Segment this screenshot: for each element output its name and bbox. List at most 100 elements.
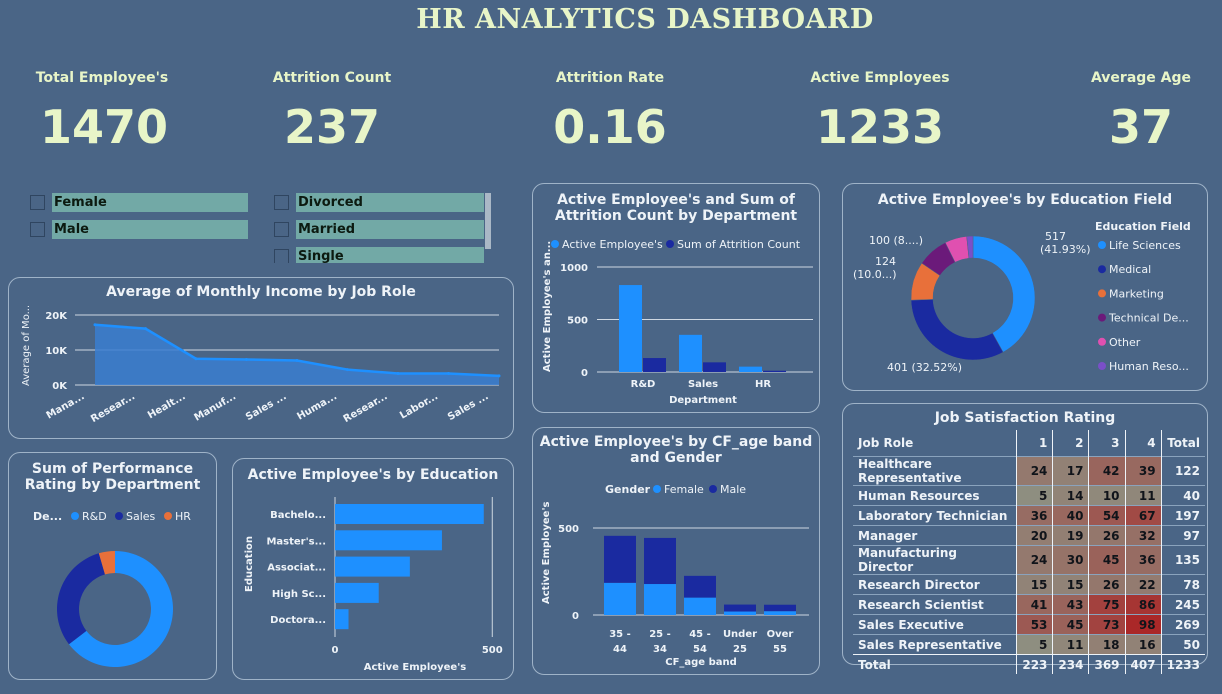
y-tick-label: Doctora... (270, 615, 326, 626)
table-row[interactable]: Manager 20 19 26 32 97 (853, 525, 1205, 546)
slicer-item-female[interactable]: Female (30, 193, 252, 212)
x-tick-label: Sales ... (446, 391, 490, 423)
col-header[interactable]: 2 (1052, 430, 1089, 457)
checkbox[interactable] (274, 222, 289, 237)
bar (763, 370, 786, 372)
y-axis-label: Active Employee's (541, 501, 552, 604)
legend-title: De... (33, 510, 62, 523)
table-row[interactable]: Sales Executive 53 45 73 98 269 (853, 614, 1205, 635)
col-header[interactable]: Job Role (853, 430, 1017, 457)
kpi-attrition-count-label: Attrition Count (272, 70, 392, 86)
slicer-item-single[interactable]: Single (274, 247, 492, 263)
income-chart: 20K10K0KAverage of Mo...Mana... Resear...… (21, 306, 501, 425)
total-cell: 407 (1124, 654, 1162, 674)
rating-cell: 86 (1124, 594, 1162, 615)
col-header[interactable]: 1 (1016, 430, 1053, 457)
y-tick-label: 10K (45, 346, 68, 357)
x-tick-label: Sales ... (244, 391, 288, 423)
slicer-item-married[interactable]: Married (274, 220, 492, 239)
table-row[interactable]: Research Scientist 41 43 75 86 245 (853, 594, 1205, 615)
slicer-label: Divorced (296, 193, 484, 212)
checkbox[interactable] (274, 249, 289, 263)
legend-dot (1098, 241, 1106, 249)
legend-label: HR (175, 510, 191, 523)
data-point (346, 368, 349, 372)
legend-label: Male (720, 483, 746, 496)
x-tick-label: Healt... (146, 391, 187, 421)
education-panel: Active Employee's by Education Education… (232, 458, 514, 680)
perf-chart-title-2: Rating by Department (24, 477, 201, 493)
table-row[interactable]: Research Director 15 15 26 22 78 (853, 574, 1205, 595)
table-row[interactable]: Human Resources 5 14 10 11 40 (853, 485, 1205, 506)
checkbox[interactable] (30, 195, 45, 210)
x-tick-label: Resear... (89, 391, 137, 425)
rating-cell: 15 (1052, 574, 1089, 595)
bar (335, 556, 410, 577)
slicer-item-divorced[interactable]: Divorced (274, 193, 492, 212)
total-cell: 197 (1160, 505, 1205, 526)
checkbox[interactable] (30, 222, 45, 237)
x-tick-label: R&D (631, 379, 656, 390)
rating-cell: 36 (1016, 505, 1053, 526)
slicer-label: Female (52, 193, 248, 212)
x-tick-label: 34 (653, 644, 667, 655)
bar (335, 504, 484, 524)
rating-cell: 24 (1016, 456, 1053, 486)
table-row[interactable]: Manufacturing Director 24 30 45 36 135 (853, 545, 1205, 575)
rating-cell: 41 (1016, 594, 1053, 615)
col-header[interactable]: 4 (1124, 430, 1162, 457)
table-header-row: Job Role 1 2 3 4 Total (853, 430, 1205, 457)
table-row[interactable]: Laboratory Technician 36 40 54 67 197 (853, 505, 1205, 526)
income-chart-title: Average of Monthly Income by Job Role (106, 284, 416, 300)
x-tick-label: Labor... (398, 391, 440, 422)
x-axis-label: Department (669, 395, 737, 406)
bar (335, 530, 442, 551)
slicer-label: Male (52, 220, 248, 239)
job-role-cell: Healthcare Representative (853, 456, 1017, 486)
x-tick-label: 55 (773, 644, 787, 655)
total-cell: 1233 (1160, 654, 1205, 674)
dept-chart: Active Employee's Sum of Attrition Count 1… (542, 238, 813, 406)
bar (684, 575, 716, 598)
legend-title: Gender (605, 483, 651, 496)
slicer-scrollbar[interactable] (485, 193, 491, 249)
dept-chart-title-2: Attrition Count by Department (554, 208, 798, 224)
legend-label: Active Employee's (562, 238, 663, 251)
rating-cell: 18 (1088, 634, 1126, 655)
job-role-cell: Manager (853, 525, 1017, 546)
rating-cell: 16 (1124, 634, 1162, 655)
y-tick-label: 500 (558, 524, 579, 535)
data-point (396, 371, 400, 375)
legend-dot (1098, 265, 1106, 274)
slicer-label: Married (296, 220, 484, 239)
slicer-item-male[interactable]: Male (30, 220, 252, 239)
age-chart-title-1: Active Employee's by CF_age band (539, 434, 813, 450)
data-point (194, 357, 198, 361)
col-header[interactable]: 3 (1088, 430, 1126, 457)
table-row[interactable]: Sales Representative 5 11 18 16 50 (853, 634, 1205, 655)
rating-cell: 53 (1016, 614, 1053, 635)
rating-cell: 36 (1124, 545, 1162, 575)
bar (739, 366, 762, 372)
edufield-panel: Active Employee's by Education Field 517… (842, 183, 1208, 391)
rating-cell: 39 (1124, 456, 1162, 486)
total-cell: 369 (1088, 654, 1126, 674)
perf-chart-title-1: Sum of Performance (31, 461, 194, 477)
rating-cell: 98 (1124, 614, 1162, 635)
x-tick-label: Mana... (45, 391, 87, 422)
table-row[interactable]: Healthcare Representative 24 17 42 39 122 (853, 456, 1205, 486)
y-axis-label: Education (244, 536, 255, 592)
y-tick-label: 1000 (560, 263, 588, 274)
bar (643, 358, 666, 372)
job-role-cell: Research Director (853, 574, 1017, 595)
kpi-active-value: 1233 (815, 100, 945, 154)
total-cell: 234 (1052, 654, 1089, 674)
kpi-age-value: 37 (1108, 100, 1173, 154)
legend-label: Human Reso... (1109, 360, 1189, 373)
col-header[interactable]: Total (1160, 430, 1205, 457)
kpi-age-label: Average Age (1090, 70, 1192, 86)
checkbox[interactable] (274, 195, 289, 210)
rating-cell: 14 (1052, 485, 1089, 506)
legend-label: Sum of Attrition Count (677, 238, 801, 251)
x-tick-label: HR (755, 379, 771, 390)
